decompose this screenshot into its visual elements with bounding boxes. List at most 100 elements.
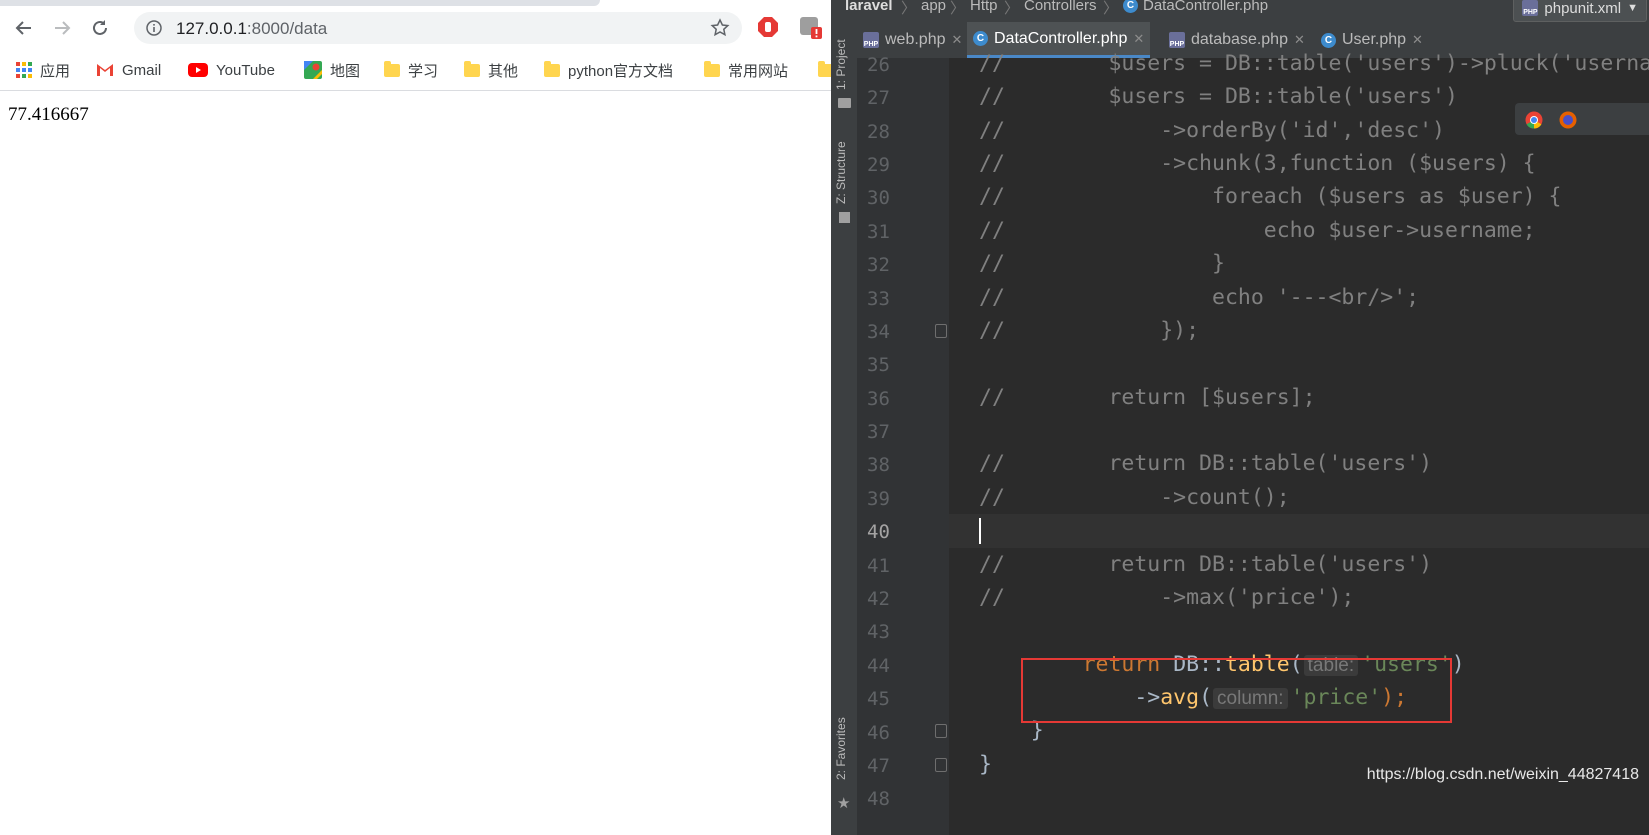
close-icon[interactable]: ✕ <box>1412 32 1423 48</box>
line-number: 34 <box>867 321 890 343</box>
class-icon: C <box>1321 32 1336 48</box>
chrome-icon[interactable] <box>1525 111 1543 129</box>
php-file-icon: PHP <box>1169 32 1185 48</box>
bookmark-label: python官方文档 <box>568 62 674 80</box>
breadcrumb-separator: 〉 <box>1103 0 1119 17</box>
adblock-extension-icon[interactable] <box>757 16 779 43</box>
browser-toolbar: 127.0.0.1:8000/data <box>0 6 831 50</box>
bookmark-folder-common-sites[interactable]: 常用网站 <box>704 58 788 82</box>
code-line: // echo '---<br/>'; <box>979 285 1420 310</box>
line-number: 48 <box>867 788 890 810</box>
breadcrumb-app[interactable]: app <box>921 0 946 14</box>
line-number: 47 <box>867 755 890 777</box>
line-number: 30 <box>867 187 890 209</box>
reload-button[interactable] <box>86 14 114 42</box>
breadcrumb-controllers[interactable]: Controllers <box>1024 0 1097 14</box>
bookmark-label: 地图 <box>330 62 361 80</box>
breadcrumb-project[interactable]: laravel <box>845 0 893 14</box>
bookmark-youtube[interactable]: YouTube <box>188 58 275 82</box>
bookmark-folder-overflow[interactable] <box>818 58 831 82</box>
structure-tool-button[interactable]: Z: Structure <box>834 141 848 204</box>
chevron-down-icon: ▼ <box>1627 2 1638 14</box>
highlight-annotation-box <box>1021 658 1452 723</box>
tab-label: DataController.php <box>994 29 1128 47</box>
fold-marker-icon[interactable] <box>935 324 947 338</box>
firefox-icon[interactable] <box>1559 111 1577 129</box>
line-number: 42 <box>867 588 890 610</box>
php-file-icon: PHP <box>1522 0 1539 16</box>
current-line-highlight <box>949 514 1649 548</box>
extension-icon[interactable] <box>799 16 823 45</box>
paren: ) <box>1451 652 1465 677</box>
url-path: :8000/data <box>246 19 328 38</box>
breadcrumb-http[interactable]: Http <box>970 0 998 14</box>
code-line: // return DB::table('users') <box>979 552 1433 577</box>
line-number: 43 <box>867 621 890 643</box>
code-line: // ->count(); <box>979 485 1290 510</box>
reload-icon <box>93 20 107 35</box>
code-line: // }); <box>979 318 1200 343</box>
line-number: 44 <box>867 655 890 677</box>
project-tool-button[interactable]: 1: Project <box>834 39 848 90</box>
browser-window: 127.0.0.1:8000/data 应用 Gmail YouTube 地图 <box>0 0 831 835</box>
page-output-text: 77.416667 <box>8 104 89 125</box>
back-arrow-icon <box>15 21 31 35</box>
code-line: // } <box>979 251 1225 276</box>
bookmark-folder-other[interactable]: 其他 <box>464 58 518 82</box>
bookmark-label: 常用网站 <box>728 62 789 80</box>
bookmark-folder-study[interactable]: 学习 <box>384 58 438 82</box>
code-line: // echo $user->username; <box>979 218 1536 243</box>
line-number: 33 <box>867 288 890 310</box>
code-line: // ->chunk(3,function ($users) { <box>979 151 1536 176</box>
gmail-icon <box>96 63 114 77</box>
address-bar[interactable]: 127.0.0.1:8000/data <box>134 12 742 44</box>
code-line: // ->max('price'); <box>979 585 1355 610</box>
run-configuration-dropdown[interactable]: PHP phpunit.xml ▼ <box>1513 0 1647 22</box>
code-line-brace: } <box>979 752 992 777</box>
folder-icon <box>384 60 400 77</box>
breadcrumb-file-label: DataController.php <box>1143 0 1269 14</box>
favorites-tool-button[interactable]: 2: Favorites <box>834 717 848 780</box>
line-number: 26 <box>867 54 890 76</box>
code-line: // return [$users]; <box>979 385 1316 410</box>
folder-icon <box>464 60 480 77</box>
breadcrumb-file[interactable]: C DataController.php <box>1123 0 1268 14</box>
info-icon[interactable] <box>146 20 162 36</box>
php-file-icon: PHP <box>863 32 879 48</box>
fold-marker-icon[interactable] <box>935 724 947 738</box>
close-icon[interactable]: ✕ <box>1133 31 1144 47</box>
bookmark-label: 其他 <box>488 62 519 80</box>
bookmark-folder-python-docs[interactable]: python官方文档 <box>544 58 673 82</box>
code-line: // return DB::table('users') <box>979 451 1433 476</box>
bookmarks-bar: 应用 Gmail YouTube 地图 学习 其他 python官方文档 常用网… <box>0 50 831 91</box>
youtube-icon <box>188 63 208 77</box>
bookmark-gmail[interactable]: Gmail <box>96 58 161 82</box>
code-line: // $users = DB::table('users') <box>979 84 1458 109</box>
fold-marker-icon[interactable] <box>935 758 947 772</box>
forward-button[interactable] <box>48 14 76 42</box>
url-text[interactable]: 127.0.0.1:8000/data <box>176 19 327 39</box>
folder-icon <box>704 60 720 77</box>
line-number: 29 <box>867 154 890 176</box>
tab-web-php[interactable]: PHP web.php ✕ <box>857 22 968 58</box>
forward-arrow-icon <box>55 21 71 35</box>
bookmark-label: 学习 <box>408 62 439 80</box>
tab-label: database.php <box>1191 31 1288 48</box>
bookmark-maps[interactable]: 地图 <box>304 58 360 82</box>
bookmark-apps[interactable]: 应用 <box>16 58 70 82</box>
watermark-text: https://blog.csdn.net/weixin_44827418 <box>1366 766 1639 784</box>
folder-icon <box>544 60 560 77</box>
close-icon[interactable]: ✕ <box>1294 32 1305 48</box>
star-icon: ★ <box>837 795 851 812</box>
back-button[interactable] <box>10 14 38 42</box>
bookmark-star-icon[interactable] <box>710 18 730 38</box>
line-number: 32 <box>867 254 890 276</box>
tab-label: web.php <box>885 31 946 48</box>
apps-grid-icon <box>16 62 32 78</box>
code-line: // foreach ($users as $user) { <box>979 184 1562 209</box>
line-number: 31 <box>867 221 890 243</box>
bookmark-label: 应用 <box>40 62 71 80</box>
line-number: 46 <box>867 722 890 744</box>
close-icon[interactable]: ✕ <box>952 32 963 48</box>
code-line: // ->orderBy('id','desc') <box>979 118 1445 143</box>
